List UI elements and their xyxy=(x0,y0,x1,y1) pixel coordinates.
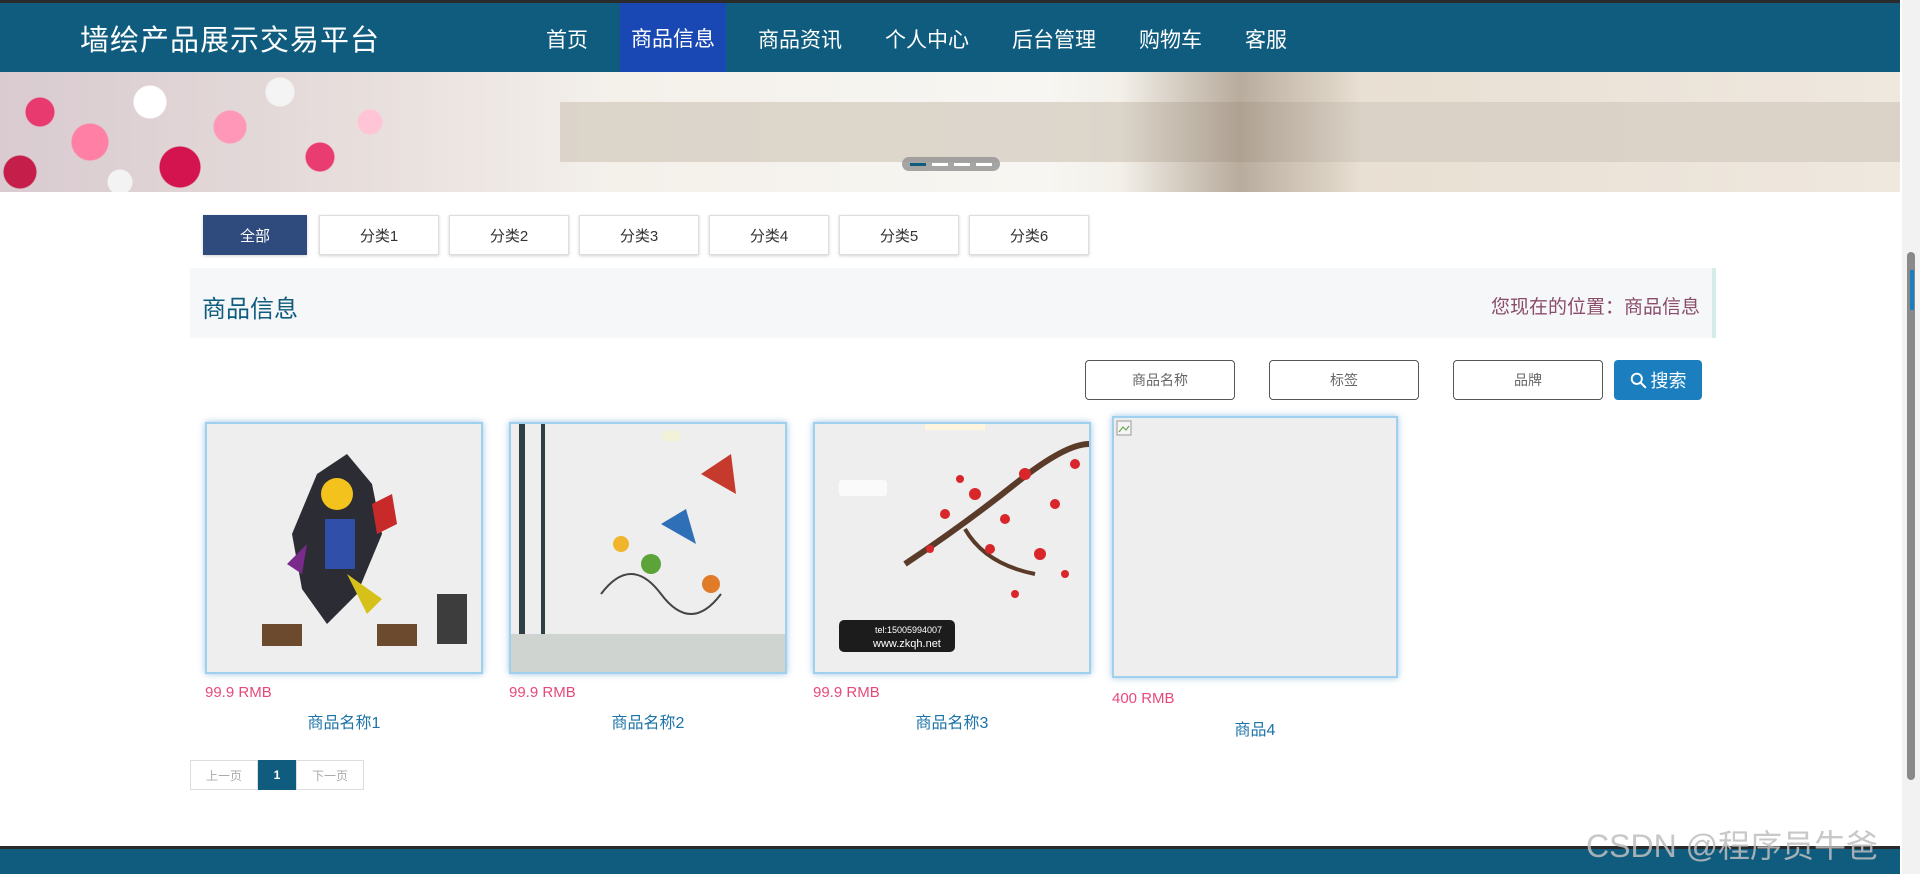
product-card[interactable]: 99.9 RMB 商品名称2 xyxy=(509,422,791,732)
carousel-dot[interactable] xyxy=(932,162,948,166)
graffiti-wall-art xyxy=(262,454,467,646)
prev-page-button[interactable]: 上一页 xyxy=(190,760,258,790)
product-name[interactable]: 商品名称3 xyxy=(813,709,1091,733)
product-card[interactable]: tel:15005994007 www.zkqh.net 99.9 RMB 商品… xyxy=(813,422,1095,732)
page-number-current[interactable]: 1 xyxy=(258,760,296,790)
banner-carousel-indicator xyxy=(902,157,1000,171)
category-filter: 全部 分类1 分类2 分类3 分类4 分类5 分类6 xyxy=(203,215,1099,255)
watermark-text: CSDN @程序员牛爸 xyxy=(1586,828,1879,864)
broken-image-icon xyxy=(1116,420,1132,436)
brand-input[interactable] xyxy=(1453,360,1603,400)
scrollbar-position-marker xyxy=(1910,270,1914,310)
product-image[interactable]: tel:15005994007 www.zkqh.net xyxy=(813,422,1091,674)
product-name[interactable]: 商品名称1 xyxy=(205,709,483,733)
category-4[interactable]: 分类4 xyxy=(709,215,829,255)
nav-item-products[interactable]: 商品信息 xyxy=(620,3,726,75)
product-card[interactable]: 99.9 RMB 商品名称1 xyxy=(205,422,487,732)
category-3[interactable]: 分类3 xyxy=(579,215,699,255)
nav-item-home[interactable]: 首页 xyxy=(535,3,599,75)
product-price: 99.9 RMB xyxy=(205,684,272,701)
hero-banner[interactable] xyxy=(0,72,1900,192)
search-button-label: 搜索 xyxy=(1650,371,1687,391)
product-card[interactable]: 400 RMB 商品4 xyxy=(1112,416,1398,739)
product-name[interactable]: 商品名称2 xyxy=(509,709,787,733)
product-price: 400 RMB xyxy=(1112,690,1175,707)
category-5[interactable]: 分类5 xyxy=(839,215,959,255)
product-price: 99.9 RMB xyxy=(509,684,576,701)
banner-flowers-image xyxy=(0,72,620,192)
top-nav-bar: 墙绘产品展示交易平台 首页 商品信息 商品资讯 个人中心 后台管理 购物车 客服 xyxy=(0,0,1900,75)
plum-blossom-wall-art: tel:15005994007 www.zkqh.net xyxy=(839,424,1089,652)
category-6[interactable]: 分类6 xyxy=(969,215,1089,255)
product-name-input[interactable] xyxy=(1085,360,1235,400)
category-all[interactable]: 全部 xyxy=(203,215,307,255)
product-name[interactable]: 商品4 xyxy=(1112,716,1398,740)
product-price: 99.9 RMB xyxy=(813,684,880,701)
pagination: 上一页 1 下一页 xyxy=(190,760,364,790)
nav-item-news[interactable]: 商品资讯 xyxy=(747,3,853,75)
product-image[interactable] xyxy=(509,422,787,674)
scrollbar-thumb[interactable] xyxy=(1907,252,1915,780)
page-title: 商品信息 xyxy=(202,296,298,323)
banner-building-image xyxy=(1120,72,1360,192)
doodle-wall-art xyxy=(511,424,785,672)
nav-item-admin[interactable]: 后台管理 xyxy=(1001,3,1107,75)
next-page-button[interactable]: 下一页 xyxy=(296,760,364,790)
carousel-dot[interactable] xyxy=(910,162,926,166)
breadcrumb: 您现在的位置：商品信息 xyxy=(1490,297,1700,318)
nav-item-profile[interactable]: 个人中心 xyxy=(874,3,980,75)
carousel-dot[interactable] xyxy=(954,162,970,166)
nav-item-cart[interactable]: 购物车 xyxy=(1128,3,1213,75)
carousel-dot[interactable] xyxy=(976,162,992,166)
search-icon xyxy=(1630,372,1646,388)
main-nav: 首页 商品信息 商品资讯 个人中心 后台管理 购物车 客服 xyxy=(535,3,1319,75)
category-2[interactable]: 分类2 xyxy=(449,215,569,255)
site-brand[interactable]: 墙绘产品展示交易平台 xyxy=(80,17,380,59)
image-tel-text: tel:15005994007 xyxy=(875,625,942,635)
search-button[interactable]: 搜索 xyxy=(1614,360,1702,400)
category-1[interactable]: 分类1 xyxy=(319,215,439,255)
product-image[interactable] xyxy=(1112,416,1398,678)
section-header: 商品信息 您现在的位置：商品信息 xyxy=(190,268,1716,338)
product-image[interactable] xyxy=(205,422,483,674)
tag-input[interactable] xyxy=(1269,360,1419,400)
image-url-text: www.zkqh.net xyxy=(872,638,941,650)
nav-item-service[interactable]: 客服 xyxy=(1234,3,1298,75)
